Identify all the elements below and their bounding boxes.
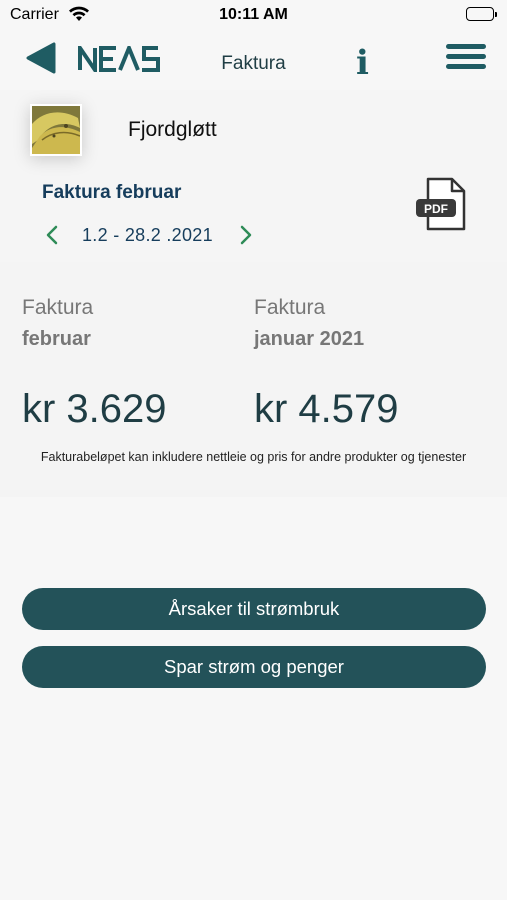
current-invoice-label: Faktura <box>22 296 94 319</box>
location-name: Fjordgløtt <box>128 118 217 141</box>
previous-invoice-amount: kr 4.579 <box>254 387 399 431</box>
previous-invoice-month: januar 2021 <box>254 328 365 350</box>
save-energy-button[interactable]: Spar strøm og penger <box>22 646 486 688</box>
chevron-right-icon[interactable] <box>238 224 254 251</box>
pdf-download-icon[interactable]: PDF <box>414 177 468 236</box>
previous-invoice-label: Faktura <box>254 296 326 319</box>
current-invoice: Faktura februar kr 3.629 <box>22 296 167 432</box>
previous-invoice: Faktura januar 2021 kr 4.579 <box>254 296 399 432</box>
invoice-disclaimer: Fakturabeløpet kan inkludere nettleie og… <box>40 450 467 464</box>
battery-icon <box>466 7 497 21</box>
clock: 10:11 AM <box>219 6 288 23</box>
info-icon[interactable]: i <box>356 46 369 80</box>
invoice-header: Fjordgløtt Faktura februar PDF 1.2 - 28.… <box>0 90 507 262</box>
location-avatar <box>30 104 82 156</box>
hamburger-menu-icon[interactable] <box>446 44 486 70</box>
nav-bar: Faktura i <box>0 36 507 86</box>
current-invoice-amount: kr 3.629 <box>22 387 167 431</box>
invoice-title: Faktura februar <box>42 182 182 203</box>
status-bar: Carrier 10:11 AM <box>0 0 507 32</box>
chevron-left-icon[interactable] <box>44 224 60 251</box>
pdf-icon-label: PDF <box>424 202 448 216</box>
invoice-period: 1.2 - 28.2 .2021 <box>82 225 213 245</box>
invoice-summary: Faktura februar kr 3.629 Faktura januar … <box>0 262 507 497</box>
page-title: Faktura <box>221 53 286 74</box>
current-invoice-month: februar <box>22 328 91 350</box>
consumption-causes-button[interactable]: Årsaker til strømbruk <box>22 588 486 630</box>
